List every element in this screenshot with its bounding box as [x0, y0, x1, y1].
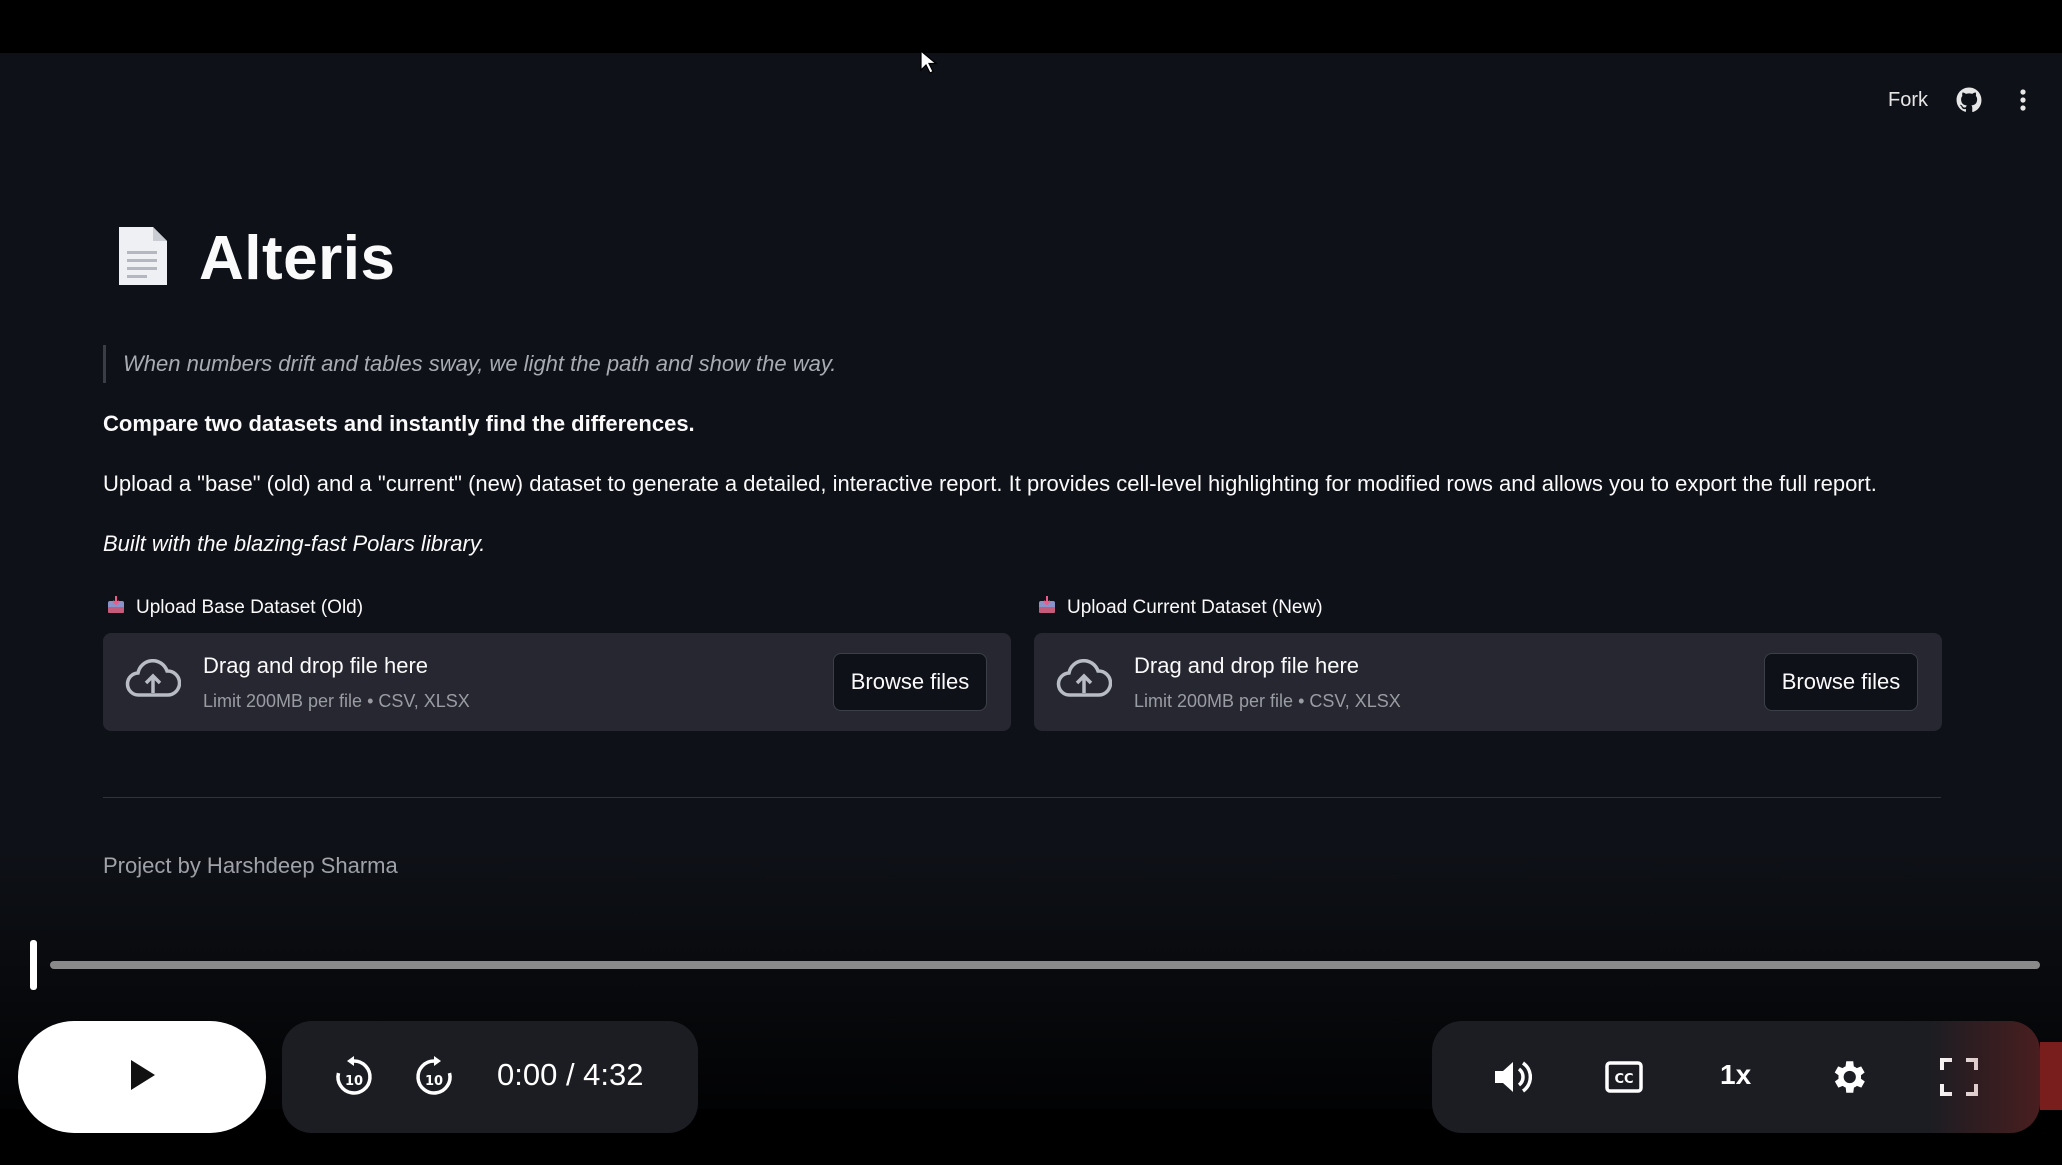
base-browse-files-button[interactable]: Browse files	[833, 653, 987, 711]
fork-link[interactable]: Fork	[1888, 89, 1928, 112]
side-overlay-strip	[2040, 1042, 2062, 1110]
base-uploader: Upload Base Dataset (Old) Drag and drop …	[103, 591, 1011, 731]
play-icon	[127, 1058, 157, 1097]
streamlit-app: Fork Alteris When numbers drift and tabl…	[0, 53, 2062, 1109]
current-browse-files-button[interactable]: Browse files	[1764, 653, 1918, 711]
base-dropzone[interactable]: Drag and drop file here Limit 200MB per …	[103, 633, 1011, 731]
rewind-10-icon[interactable]: 10	[332, 1055, 376, 1099]
more-vertical-icon[interactable]	[2010, 87, 2036, 113]
current-file-limit: Limit 200MB per file • CSV, XLSX	[1134, 691, 1401, 711]
playback-time: 0:00 / 4:32	[497, 1057, 644, 1092]
settings-gear-icon[interactable]	[1826, 1055, 1870, 1099]
playback-controls: 10 10 0:00 / 4:32	[282, 1021, 698, 1133]
mouse-cursor-icon	[920, 49, 938, 79]
cloud-upload-icon	[1056, 658, 1113, 708]
inbox-tray-icon	[106, 595, 126, 621]
current-uploader: Upload Current Dataset (New) Drag and dr…	[1034, 591, 1942, 731]
current-dropzone-text: Drag and drop file here Limit 200MB per …	[1134, 653, 1401, 712]
built-with-text: Built with the blazing-fast Polars libra…	[103, 531, 486, 556]
player-settings-controls: CC 1x	[1432, 1021, 2040, 1133]
app-toolbar: Fork	[1888, 87, 2036, 113]
tagline-quote: When numbers drift and tables sway, we l…	[103, 345, 836, 383]
base-uploader-label-text: Upload Base Dataset (Old)	[136, 597, 364, 618]
base-uploader-label: Upload Base Dataset (Old)	[106, 591, 1011, 625]
fullscreen-icon[interactable]	[1937, 1055, 1981, 1099]
page-title: Alteris	[199, 224, 396, 293]
svg-text:10: 10	[425, 1074, 443, 1089]
lead-text: Compare two datasets and instantly find …	[103, 411, 695, 436]
svg-text:CC: CC	[1614, 1072, 1633, 1087]
divider	[103, 797, 1941, 798]
progress-scrubber-handle[interactable]	[30, 940, 37, 990]
forward-10-icon[interactable]: 10	[412, 1055, 456, 1099]
playback-speed[interactable]: 1x	[1720, 1059, 1751, 1091]
page-icon	[115, 223, 171, 294]
volume-icon[interactable]	[1490, 1055, 1534, 1099]
description-text: Upload a "base" (old) and a "current" (n…	[103, 471, 1877, 496]
current-uploader-label: Upload Current Dataset (New)	[1037, 591, 1942, 625]
inbox-tray-icon	[1037, 595, 1057, 621]
base-drop-instructions: Drag and drop file here	[203, 653, 429, 678]
play-button[interactable]	[18, 1021, 266, 1133]
captions-icon[interactable]: CC	[1602, 1055, 1646, 1099]
cloud-upload-icon	[125, 658, 182, 708]
current-dropzone[interactable]: Drag and drop file here Limit 200MB per …	[1034, 633, 1942, 731]
base-file-limit: Limit 200MB per file • CSV, XLSX	[203, 691, 470, 711]
footer-credit: Project by Harshdeep Sharma	[103, 853, 398, 878]
progress-bar[interactable]	[50, 961, 2040, 969]
current-drop-instructions: Drag and drop file here	[1134, 653, 1360, 678]
page-header: Alteris	[115, 223, 395, 294]
github-icon[interactable]	[1956, 87, 1982, 113]
svg-text:10: 10	[345, 1074, 363, 1089]
base-dropzone-text: Drag and drop file here Limit 200MB per …	[203, 653, 470, 712]
current-uploader-label-text: Upload Current Dataset (New)	[1067, 597, 1323, 618]
